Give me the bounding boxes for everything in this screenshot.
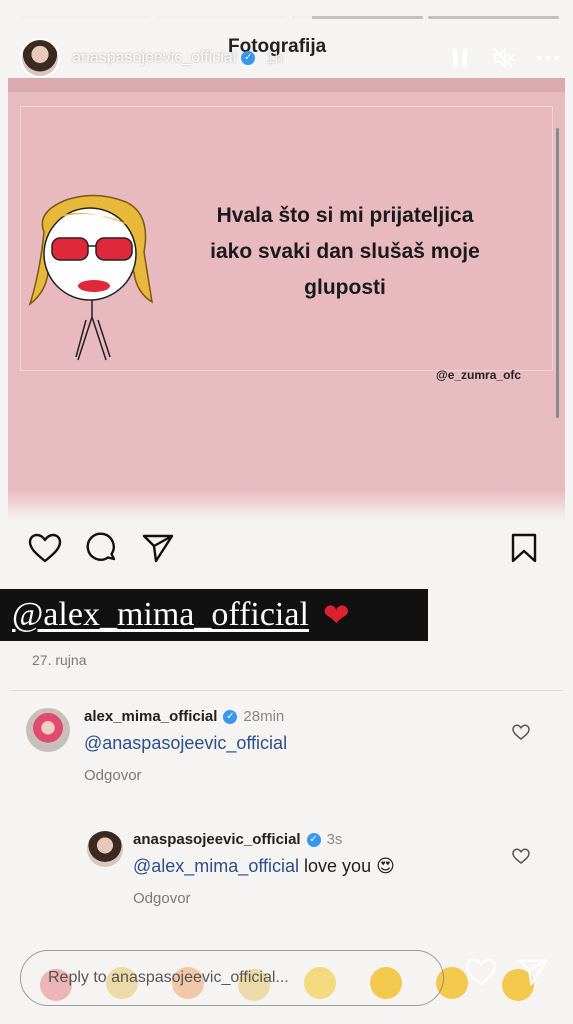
progress-segment (20, 16, 151, 19)
cartoon-girl-illustration (28, 194, 154, 361)
pause-icon[interactable] (449, 47, 471, 69)
comment-like-icon[interactable] (512, 848, 530, 869)
save-icon[interactable] (511, 533, 537, 568)
avatar[interactable] (87, 831, 123, 867)
comment-message: love you (304, 856, 372, 876)
mute-icon[interactable] (493, 47, 515, 69)
reply-link[interactable]: Odgovor (84, 767, 287, 784)
comment-mention[interactable]: @anaspasojeevic_official (84, 733, 287, 753)
verified-badge-icon: ✓ (241, 51, 256, 65)
post-date: 27. rujna (32, 652, 87, 668)
comment-body: anaspasojeevic_official ✓ 3s @alex_mima_… (133, 831, 395, 907)
progress-segment (292, 16, 423, 19)
meme-credit: @e_zumra_ofc (436, 368, 522, 382)
comment-time: 28min (243, 708, 285, 725)
scroll-indicator (556, 128, 559, 418)
progress-segment (156, 16, 287, 19)
mention-username[interactable]: @alex_mima_official (12, 596, 309, 634)
post-actions (28, 532, 537, 568)
meme-line: iako svaki dan slušaš moje (210, 240, 480, 263)
heart-emoji: ❤ (322, 597, 350, 633)
comment-header: anaspasojeevic_official ✓ 3s (133, 831, 395, 848)
story-username[interactable]: anaspasojeevic_official (72, 49, 236, 67)
avatar[interactable] (26, 708, 70, 752)
comment-time: 3s (326, 831, 343, 848)
like-icon[interactable] (28, 533, 62, 568)
story-header: anaspasojeevic_official ✓ 1h (20, 36, 559, 80)
comment-like-icon[interactable] (512, 724, 530, 745)
comment-reply: anaspasojeevic_official ✓ 3s @alex_mima_… (87, 831, 395, 907)
heart-eyes-emoji: 😍 (376, 856, 395, 876)
story-controls (449, 47, 559, 69)
comment-mention[interactable]: @alex_mima_official (133, 856, 299, 876)
story-viewer: Hvala što si mi prijateljica iako svaki … (0, 0, 573, 1024)
meme-line: gluposti (304, 276, 386, 299)
photo-lower-area (8, 386, 565, 496)
send-icon[interactable] (518, 958, 548, 991)
comment: alex_mima_official ✓ 28min @anaspasojeev… (26, 708, 287, 784)
photo-top-band (8, 78, 565, 92)
reply-placeholder[interactable]: Reply to anaspasojeevic_official... (48, 969, 289, 987)
comment-username[interactable]: anaspasojeevic_official (133, 831, 301, 848)
avatar[interactable] (20, 38, 60, 78)
like-story-icon[interactable] (465, 958, 497, 991)
comment-username[interactable]: alex_mima_official (84, 708, 217, 725)
comment-text: @anaspasojeevic_official (84, 733, 287, 754)
divider (10, 690, 563, 691)
verified-badge-icon: ✓ (223, 709, 238, 724)
progress-segment (428, 16, 559, 19)
photo-fade (8, 490, 565, 520)
reply-link[interactable]: Odgovor (133, 890, 395, 907)
verified-badge-icon: ✓ (306, 832, 321, 847)
story-progress (20, 16, 559, 19)
comment-icon[interactable] (86, 532, 118, 569)
story-username-row[interactable]: anaspasojeevic_official ✓ 1h (72, 49, 283, 67)
comment-header: alex_mima_official ✓ 28min (84, 708, 287, 725)
meme-line: Hvala što si mi prijateljica (216, 204, 474, 227)
comment-text: @alex_mima_official love you 😍 (133, 856, 395, 877)
share-icon[interactable] (142, 533, 174, 568)
more-icon[interactable] (537, 47, 559, 69)
comment-body: alex_mima_official ✓ 28min @anaspasojeev… (84, 708, 287, 784)
mention-sticker[interactable]: @alex_mima_official ❤ (0, 589, 428, 641)
story-time: 1h (266, 49, 283, 67)
meme-caption: Hvala što si mi prijateljica iako svaki … (170, 198, 520, 306)
